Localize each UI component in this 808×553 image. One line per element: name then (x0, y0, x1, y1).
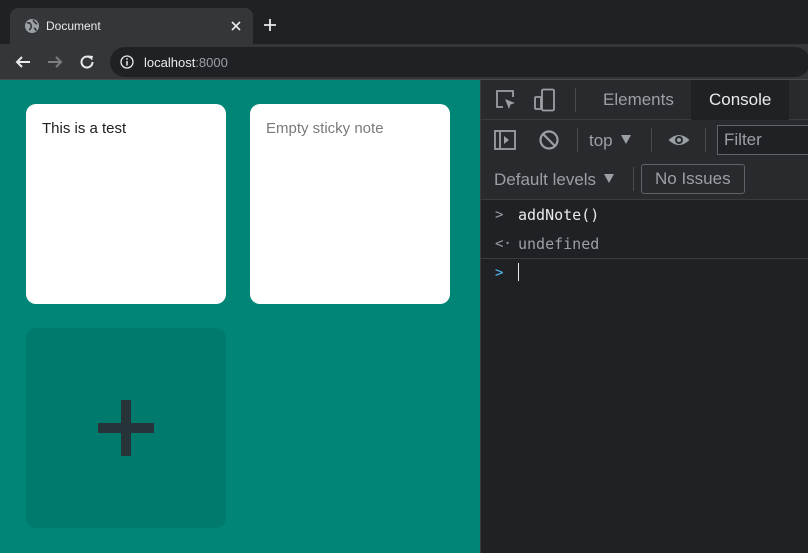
console-prompt[interactable]: > (481, 259, 808, 288)
tab-elements[interactable]: Elements (585, 80, 692, 120)
address-bar[interactable]: localhost:8000 (110, 47, 808, 77)
devtools-tab-bar: Elements Console (481, 80, 808, 120)
console-input-text: addNote() (518, 206, 600, 224)
url-host: localhost (144, 55, 196, 70)
sticky-note-empty[interactable]: Empty sticky note (250, 104, 450, 304)
browser-toolbar: localhost:8000 (0, 44, 808, 80)
toolbar-divider (651, 128, 652, 152)
eye-icon[interactable] (667, 128, 691, 152)
new-tab-icon[interactable] (262, 17, 278, 33)
prompt-chevron-icon: > (495, 265, 504, 281)
console-toolbar: top Default levels No Issues (481, 120, 808, 200)
devtools-panel: Elements Console top Default levels No I… (480, 80, 808, 553)
info-icon[interactable] (120, 55, 134, 69)
sticky-note[interactable]: This is a test (26, 104, 226, 304)
url-port: :8000 (195, 55, 228, 70)
close-icon[interactable] (229, 19, 243, 33)
toolbar-divider (575, 88, 576, 112)
levels-label: Default levels (494, 170, 597, 189)
device-toolbar-icon[interactable] (533, 88, 557, 112)
tab-console[interactable]: Console (691, 80, 790, 120)
toolbar-divider (633, 167, 634, 191)
plus-icon (98, 400, 154, 456)
add-note-button[interactable] (26, 328, 226, 528)
filter-input[interactable] (717, 125, 808, 155)
page-viewport: This is a test Empty sticky note (0, 80, 480, 553)
browser-tab[interactable]: Document (10, 8, 253, 44)
console-output: > addNote() <· undefined > (481, 201, 808, 288)
back-arrow-icon[interactable] (14, 53, 32, 71)
chevron-down-icon (604, 174, 615, 183)
chevron-right-icon: > (495, 207, 504, 223)
url-text: localhost:8000 (144, 55, 228, 70)
globe-icon (25, 19, 39, 33)
context-selector[interactable]: top (589, 129, 631, 153)
chevron-down-icon (620, 135, 631, 144)
toolbar-divider (705, 128, 706, 152)
context-label: top (589, 131, 613, 150)
return-arrow-icon: <· (495, 236, 512, 252)
tab-title: Document (46, 19, 101, 33)
text-cursor (518, 263, 519, 281)
toolbar-divider (577, 128, 578, 152)
console-input-line: > addNote() (481, 201, 808, 230)
tab-strip: Document (0, 0, 808, 44)
reload-icon[interactable] (78, 53, 96, 71)
clear-console-icon[interactable] (537, 128, 561, 152)
issues-button[interactable]: No Issues (641, 164, 745, 194)
inspect-element-icon[interactable] (494, 88, 518, 112)
forward-arrow-icon[interactable] (46, 53, 64, 71)
log-levels-dropdown[interactable]: Default levels (494, 169, 615, 191)
console-result-text: undefined (518, 235, 600, 253)
console-result-line: <· undefined (481, 230, 808, 259)
sidebar-toggle-icon[interactable] (493, 128, 517, 152)
